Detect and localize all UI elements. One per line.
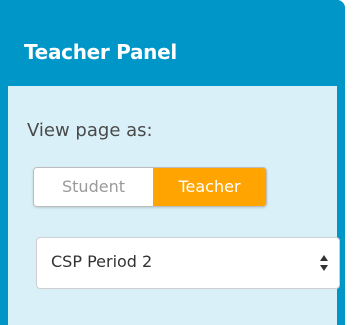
up-down-chevron-icon xyxy=(320,255,328,271)
student-view-button[interactable]: Student xyxy=(34,168,153,206)
panel-header: Teacher Panel xyxy=(0,0,345,86)
section-select[interactable]: CSP Period 2 xyxy=(36,237,340,289)
view-as-toggle: Student Teacher xyxy=(33,167,267,207)
panel-title: Teacher Panel xyxy=(24,40,177,64)
teacher-panel: Teacher Panel View page as: Student Teac… xyxy=(0,0,353,325)
teacher-view-button[interactable]: Teacher xyxy=(153,168,266,206)
section-select-value: CSP Period 2 xyxy=(51,252,153,271)
view-as-label: View page as: xyxy=(27,120,153,141)
